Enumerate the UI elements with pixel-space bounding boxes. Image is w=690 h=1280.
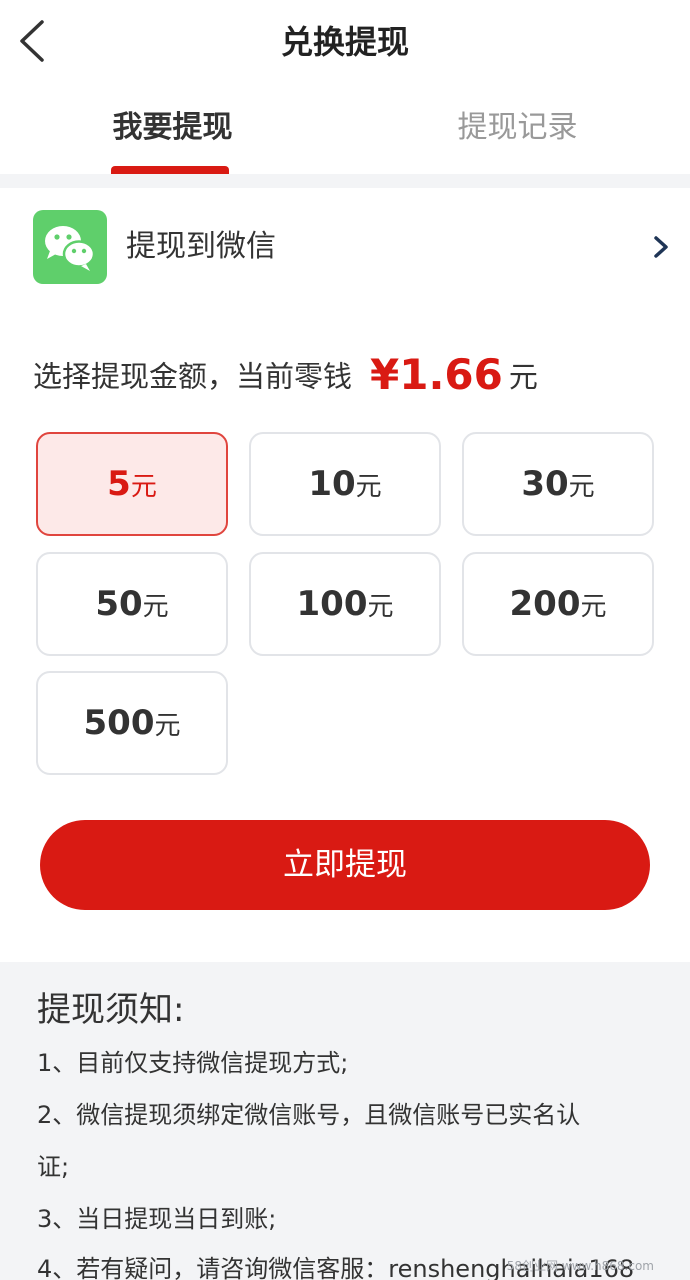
amount-option-500[interactable]: 500 元 — [36, 671, 228, 775]
amount-option-5[interactable]: 5元 — [36, 432, 228, 536]
amount-unit: 元 — [568, 472, 595, 502]
amount-option-30[interactable]: 30 元 — [462, 432, 654, 536]
header: 兑换提现 — [0, 0, 690, 88]
amount-unit: 元 — [367, 592, 394, 622]
amount-value: 5 — [107, 464, 131, 504]
balance-amount: ¥1.66 — [370, 350, 503, 399]
notice-line: 1、目前仅支持微信提现方式; — [37, 1049, 349, 1077]
balance-unit: 元 — [508, 359, 538, 394]
amount-option-200[interactable]: 200 元 — [462, 552, 654, 656]
amount-option-50[interactable]: 50 元 — [36, 552, 228, 656]
notice-line: 3、当日提现当日到账; — [37, 1205, 277, 1233]
watermark: 58创业网 www.h868.com — [506, 1259, 654, 1273]
amount-option-10[interactable]: 10 元 — [249, 432, 441, 536]
amount-unit: 元 — [154, 711, 181, 741]
chevron-right-icon — [654, 236, 668, 258]
tab-withdraw-records[interactable]: 提现记录 — [345, 106, 690, 150]
amount-value: 30 — [521, 464, 569, 504]
wechat-icon — [33, 210, 107, 284]
amount-value: 50 — [95, 584, 143, 624]
amount-unit: 元 — [142, 592, 169, 622]
active-tab-indicator — [111, 166, 229, 174]
amount-prompt-text: 选择提现金额，当前零钱 — [33, 359, 353, 394]
amount-unit: 元 — [355, 472, 382, 502]
amount-prompt: 选择提现金额，当前零钱 ¥1.66 元 — [33, 350, 538, 410]
withdraw-page: 兑换提现 我要提现 提现记录 提现到微信 选择提现金额，当前零钱¥1.66元 — [0, 0, 690, 1280]
amount-unit: 元 — [580, 592, 607, 622]
page-title: 兑换提现 — [280, 23, 409, 61]
withdraw-method-label: 提现到微信 — [126, 229, 276, 264]
notice-title: 提现须知: — [37, 990, 185, 1030]
amount-unit: 元 — [130, 472, 157, 502]
section-divider — [0, 174, 690, 188]
amount-value: 500 — [83, 703, 155, 743]
notice-line: 证; — [37, 1153, 70, 1181]
amount-value: 10 — [308, 464, 356, 504]
amount-option-100[interactable]: 100 元 — [249, 552, 441, 656]
withdraw-method-row[interactable]: 提现到微信 — [0, 188, 690, 306]
amount-value: 200 — [509, 584, 581, 624]
withdraw-notice: 提现须知: 1、目前仅支持微信提现方式; 2、微信提现须绑定微信账号，且微信账号… — [0, 962, 690, 1280]
notice-line: 2、微信提现须绑定微信账号，且微信账号已实名认 — [37, 1101, 581, 1129]
tab-withdraw[interactable]: 我要提现 — [0, 106, 345, 150]
amount-value: 100 — [296, 584, 368, 624]
withdraw-now-button[interactable]: 立即提现 — [40, 820, 650, 910]
tab-bar: 我要提现 提现记录 — [0, 88, 690, 174]
